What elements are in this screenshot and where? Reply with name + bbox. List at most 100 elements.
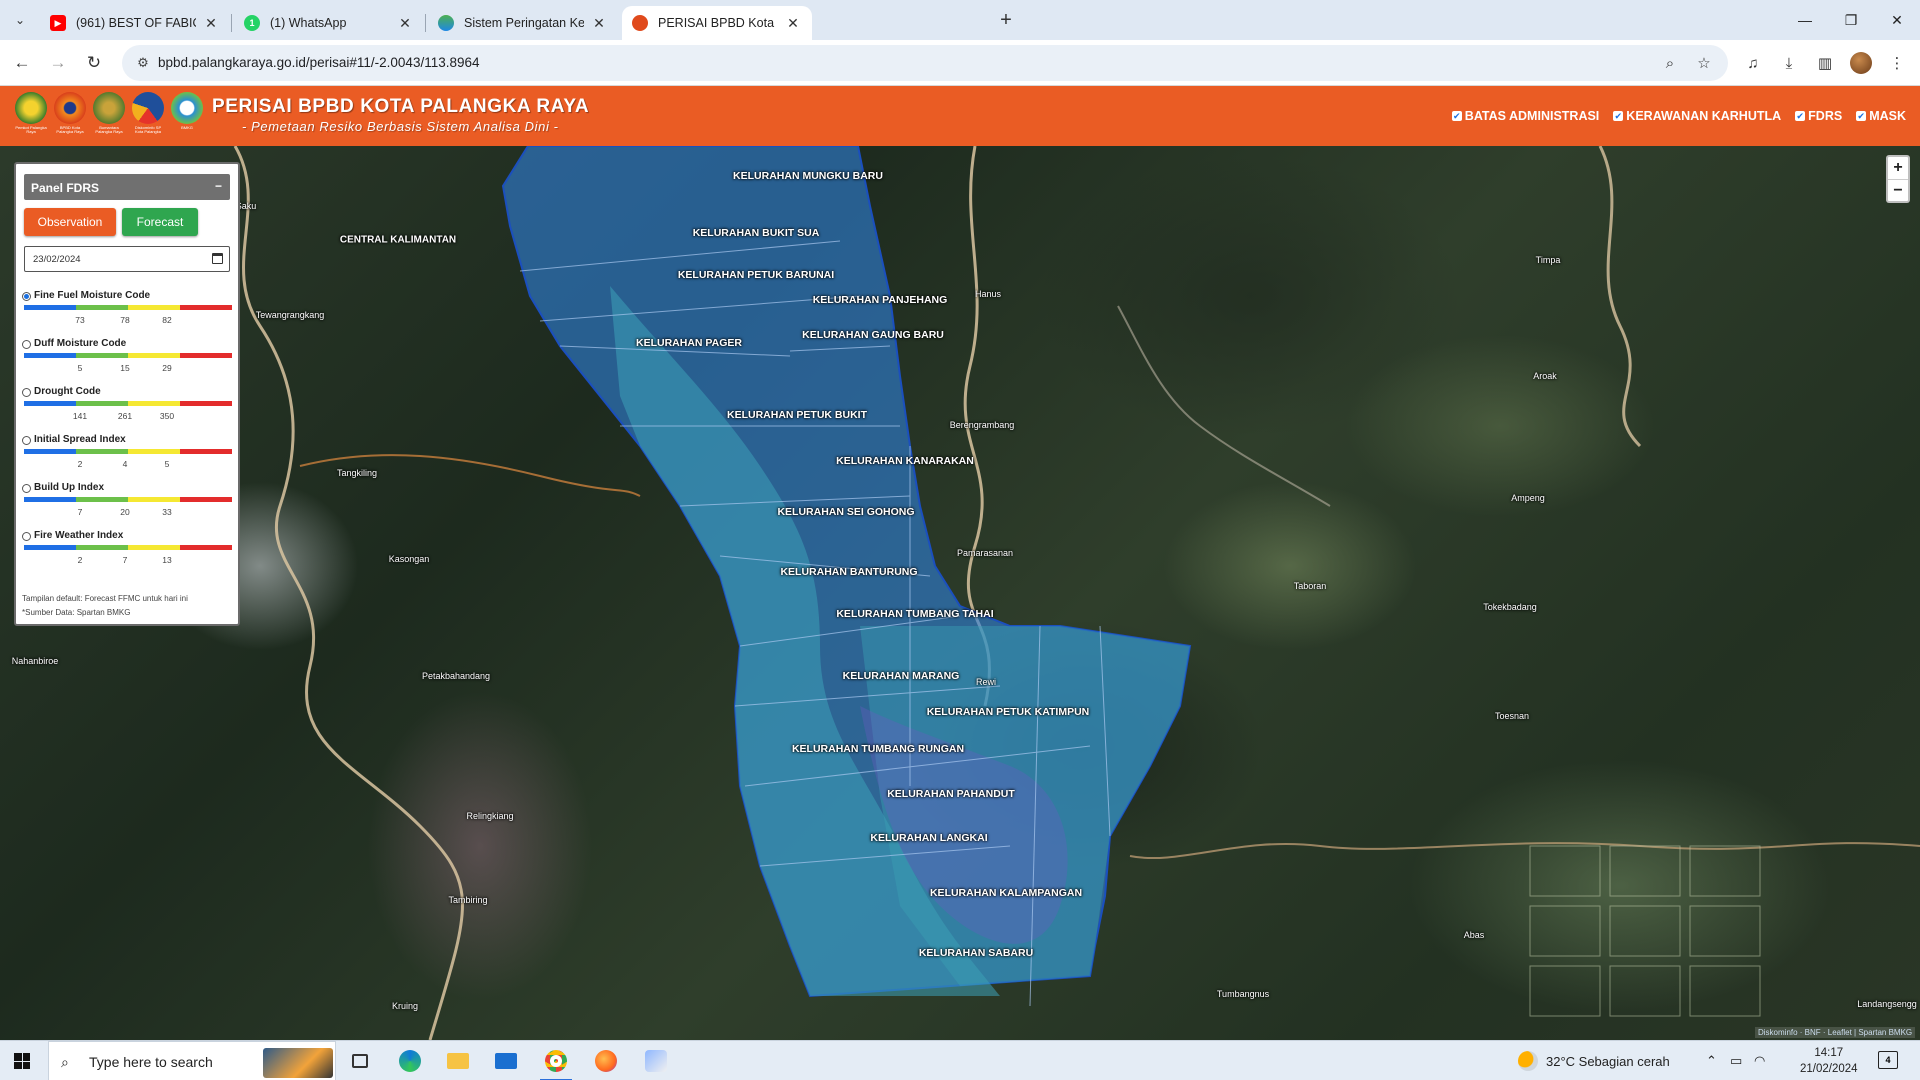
weather-widget[interactable]: 32°C Sebagian cerah — [1518, 1041, 1670, 1080]
layer-toggle-kerawanan-karhutla[interactable]: ✔ KERAWANAN KARHUTLA — [1613, 109, 1781, 123]
file-explorer-icon[interactable] — [436, 1041, 480, 1080]
pemkot-emblem-icon — [15, 92, 47, 124]
fdrs-index-option[interactable]: Duff Moisture Code 5 15 29 — [22, 338, 232, 386]
calendar-icon[interactable] — [212, 253, 223, 264]
notification-center-icon[interactable]: 4 — [1878, 1051, 1898, 1069]
checkbox-checked-icon[interactable]: ✔ — [1856, 111, 1867, 121]
place-label: Pamarasanan — [956, 548, 1014, 558]
site-info-icon[interactable]: ⚙ — [134, 54, 152, 72]
task-view-icon[interactable] — [338, 1041, 382, 1080]
fdrs-index-option[interactable]: Drought Code 141 261 350 — [22, 386, 232, 434]
tab-perisai-active[interactable]: PERISAI BPBD Kota Palangka Ra ✕ — [622, 6, 812, 40]
index-radio[interactable] — [22, 340, 31, 349]
tab-search-chevron-icon[interactable]: ⌄ — [8, 8, 32, 32]
close-window-icon[interactable]: ✕ — [1874, 0, 1920, 40]
kelurahan-label[interactable]: KELURAHAN PAGER — [636, 337, 742, 349]
kelurahan-label[interactable]: KELURAHAN TUMBANG TAHAI — [836, 608, 993, 620]
checkbox-checked-icon[interactable]: ✔ — [1451, 111, 1462, 121]
zoom-magnifier-icon[interactable]: ⌕ — [1660, 53, 1680, 73]
fdrs-index-option[interactable]: Initial Spread Index 2 4 5 — [22, 434, 232, 482]
scale-tick-label: 2 — [77, 555, 83, 565]
edge-icon[interactable] — [388, 1041, 432, 1080]
network-monitor-icon[interactable]: ▭ — [1730, 1041, 1742, 1080]
index-radio[interactable] — [22, 292, 31, 301]
fdrs-index-option[interactable]: Fine Fuel Moisture Code 73 78 82 — [22, 290, 232, 338]
media-control-icon[interactable]: ♫ — [1742, 52, 1764, 74]
zoom-out-button[interactable]: − — [1888, 179, 1908, 201]
fdrs-index-option[interactable]: Fire Weather Index 2 7 13 — [22, 530, 232, 578]
mail-icon[interactable] — [484, 1041, 528, 1080]
side-panel-icon[interactable]: ▥ — [1814, 52, 1836, 74]
minimize-panel-icon[interactable]: − — [215, 179, 222, 193]
kelurahan-label[interactable]: KELURAHAN PANJEHANG — [813, 294, 948, 306]
zoom-in-button[interactable]: + — [1888, 157, 1908, 179]
back-arrow-icon[interactable]: ← — [10, 51, 34, 75]
date-input[interactable]: 23/02/2024 — [24, 246, 230, 272]
reload-icon[interactable]: ↻ — [82, 51, 106, 75]
kelurahan-label[interactable]: KELURAHAN BANTURUNG — [780, 566, 917, 578]
checkbox-checked-icon[interactable]: ✔ — [1613, 111, 1624, 121]
scale-tick-label: 350 — [159, 411, 175, 421]
new-tab-icon[interactable]: + — [994, 8, 1018, 32]
index-radio[interactable] — [22, 532, 31, 541]
kelurahan-label[interactable]: KELURAHAN PETUK BUKIT — [727, 409, 867, 421]
fdrs-index-option[interactable]: Build Up Index 7 20 33 — [22, 482, 232, 530]
chrome-icon[interactable] — [534, 1041, 578, 1080]
forward-arrow-icon[interactable]: → — [46, 51, 70, 75]
kelurahan-label[interactable]: KELURAHAN MARANG — [843, 670, 960, 682]
profile-avatar[interactable] — [1850, 52, 1872, 74]
scale-tick-label: 5 — [77, 363, 83, 373]
restore-window-icon[interactable]: ❐ — [1828, 0, 1874, 40]
url-text[interactable]: bpbd.palangkaraya.go.id/perisai#11/-2.00… — [158, 55, 480, 70]
index-radio[interactable] — [22, 436, 31, 445]
index-scale-bar — [24, 305, 232, 310]
layer-toggle-fdrs[interactable]: ✔ FDRS — [1795, 109, 1842, 123]
layer-toggle-batas-administrasi[interactable]: ✔ BATAS ADMINISTRASI — [1451, 109, 1599, 123]
site-header: Pemkot Palangka Raya BPBD Kota Palangka … — [0, 86, 1920, 146]
kelurahan-label[interactable]: KELURAHAN KALAMPANGAN — [930, 887, 1082, 899]
kelurahan-label[interactable]: KELURAHAN TUMBANG RUNGAN — [792, 743, 964, 755]
logo-bpbd: BPBD Kota Palangka Raya — [53, 92, 87, 136]
kelurahan-label[interactable]: KELURAHAN KANARAKAN — [836, 455, 974, 467]
kelurahan-label[interactable]: KELURAHAN BUKIT SUA — [693, 227, 820, 239]
paint-icon[interactable] — [634, 1041, 678, 1080]
windows-start-icon[interactable] — [14, 1053, 30, 1069]
forecast-button[interactable]: Forecast — [122, 208, 198, 236]
address-bar[interactable]: ⚙ bpbd.palangkaraya.go.id/perisai#11/-2.… — [122, 45, 1728, 81]
download-icon[interactable]: ⤓ — [1778, 52, 1800, 74]
bookmark-star-icon[interactable]: ☆ — [1694, 53, 1714, 73]
observation-button[interactable]: Observation — [24, 208, 116, 236]
map-canvas[interactable]: CENTRAL KALIMANTAN KELURAHAN MUNGKU BARU… — [0, 146, 1920, 1040]
diskominfo-emblem-icon — [132, 92, 164, 124]
kelurahan-label[interactable]: KELURAHAN SEI GOHONG — [777, 506, 914, 518]
wifi-icon[interactable]: ◠ — [1754, 1041, 1765, 1080]
close-tab-icon[interactable]: ✕ — [202, 14, 220, 32]
close-tab-icon[interactable]: ✕ — [590, 14, 608, 32]
kelurahan-label[interactable]: KELURAHAN PAHANDUT — [887, 788, 1015, 800]
taskbar-clock[interactable]: 14:17 21/02/2024 — [1800, 1045, 1858, 1077]
close-tab-icon[interactable]: ✕ — [784, 14, 802, 32]
kelurahan-label[interactable]: KELURAHAN PETUK KATIMPUN — [927, 706, 1090, 718]
kelurahan-label[interactable]: KELURAHAN MUNGKU BARU — [733, 170, 883, 182]
checkbox-checked-icon[interactable]: ✔ — [1795, 111, 1806, 121]
close-tab-icon[interactable]: ✕ — [396, 14, 414, 32]
kelurahan-label[interactable]: KELURAHAN GAUNG BARU — [802, 329, 944, 341]
tab-youtube[interactable]: ▶ (961) BEST OF FABIO ASHER 20 ✕ — [40, 6, 230, 40]
show-hidden-icons-chevron-icon[interactable]: ⌃ — [1706, 1041, 1717, 1080]
taskbar-search-box[interactable]: ⌕ Type here to search — [48, 1041, 336, 1080]
index-radio[interactable] — [22, 388, 31, 397]
minimize-window-icon[interactable]: — — [1782, 0, 1828, 40]
kelurahan-label[interactable]: KELURAHAN PETUK BARUNAI — [678, 269, 834, 281]
firefox-icon[interactable] — [584, 1041, 628, 1080]
kelurahan-label[interactable]: KELURAHAN SABARU — [919, 947, 1033, 959]
tab-whatsapp[interactable]: 1 (1) WhatsApp ✕ — [234, 6, 424, 40]
index-radio[interactable] — [22, 484, 31, 493]
layer-toggle-mask[interactable]: ✔ MASK — [1856, 109, 1906, 123]
tab-sistem-peringatan[interactable]: Sistem Peringatan Kebakaran H ✕ — [428, 6, 618, 40]
river-west — [233, 146, 464, 1040]
menu-dots-icon[interactable]: ⋮ — [1886, 52, 1908, 74]
kelurahan-label[interactable]: KELURAHAN LANGKAI — [870, 832, 987, 844]
panel-note-source: *Sumber Data: Spartan BMKG — [22, 608, 131, 617]
map-attribution[interactable]: Diskominfo · BNF · Leaflet | Spartan BMK… — [1755, 1027, 1916, 1038]
scale-segment — [128, 353, 180, 358]
